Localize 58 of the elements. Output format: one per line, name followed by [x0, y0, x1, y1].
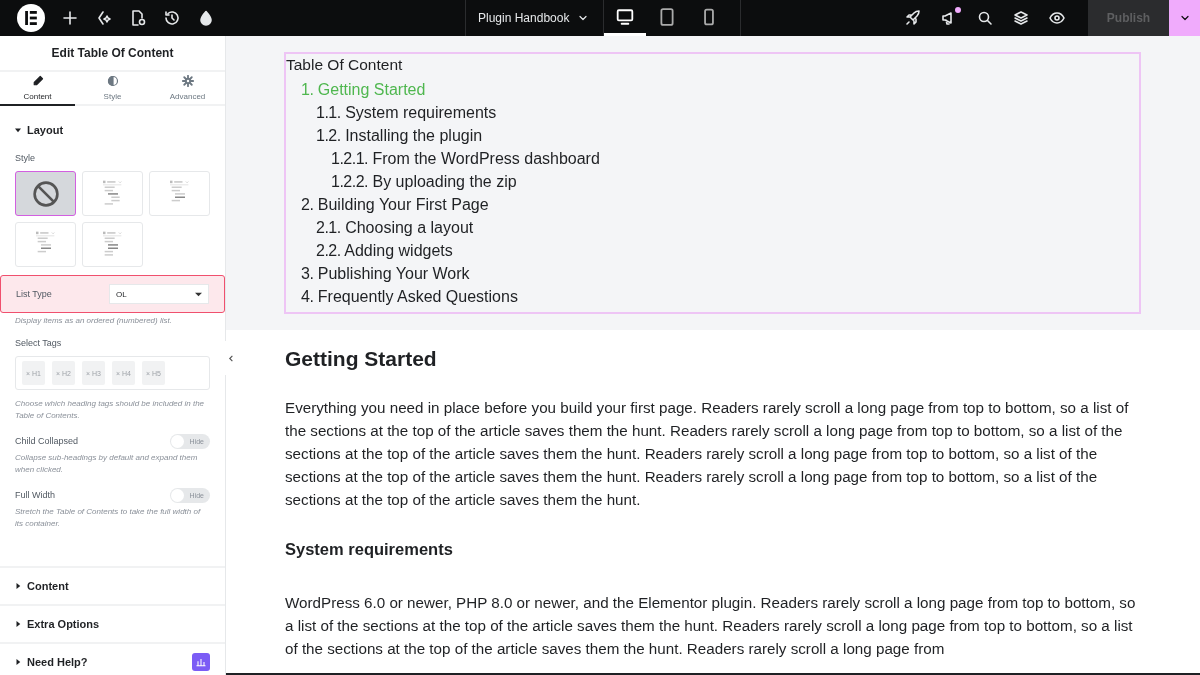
list-layout-icon	[102, 179, 123, 208]
toc-link[interactable]: 4. Frequently Asked Questions	[286, 285, 518, 308]
elementor-logo-icon[interactable]	[17, 4, 45, 32]
rocket-icon[interactable]	[905, 10, 921, 26]
list-type-label: List Type	[16, 289, 52, 299]
style-option[interactable]	[15, 171, 76, 216]
chevron-icon	[227, 354, 235, 362]
toc-link[interactable]: 2. Building Your First Page	[286, 193, 489, 216]
panel-tab[interactable]: Style	[75, 72, 150, 106]
page-gear-icon[interactable]	[130, 10, 146, 26]
subsection-heading: System requirements	[285, 540, 454, 559]
switch-label: Full Width	[15, 490, 55, 500]
caret-icon	[15, 127, 21, 133]
toc-link[interactable]: 2.2. Adding widgets	[286, 239, 453, 262]
monitor-icon	[616, 7, 635, 26]
history-icon[interactable]	[164, 10, 180, 26]
settings-icon	[181, 75, 194, 87]
toc-title: Table Of Content	[286, 56, 404, 75]
section-toggle[interactable]: Content	[15, 568, 69, 604]
tablet-icon	[658, 7, 677, 26]
search-icon[interactable]	[977, 10, 993, 26]
panel-tab[interactable]: Advanced	[150, 72, 225, 106]
help-text: Stretch the Table of Contents to take the full width of its container.	[15, 506, 202, 530]
section-heading: Getting Started	[285, 347, 438, 371]
sparkle-icon[interactable]	[96, 10, 112, 26]
help-badge-icon[interactable]	[192, 653, 210, 671]
section-toggle[interactable]: Need Help?	[15, 644, 88, 675]
eye-icon[interactable]	[1049, 10, 1065, 26]
plus-icon[interactable]	[62, 10, 78, 26]
pencil-icon	[31, 75, 44, 87]
drop-icon[interactable]	[198, 10, 214, 26]
section-toggle[interactable]: Layout	[15, 118, 64, 142]
body-paragraph: Everything you need in place before you build your first page. Readers rarely scroll a long page from top to bottom, so a list of the sections at the top of the article saves them the hunt. Readers rarely scroll a long page from top to bottom, so a list of the sections at the top of the article saves them the hunt. Readers rarely scroll a long page from top to bottom, so a list of the sections at the top of the article saves them the hunt. Readers rarely scroll a long page from top to bottom, so a list of the sections at the top of the article saves them the hunt.	[285, 398, 1130, 510]
caret-icon	[15, 659, 21, 665]
help-text: Collapse sub-headings by default and expand them when clicked.	[15, 452, 199, 476]
switch-label: Child Collapsed	[15, 436, 79, 446]
caret-icon	[15, 621, 21, 627]
select-tags-label: Select Tags	[15, 338, 63, 348]
toc-link[interactable]: 1.2. Installing the plugin	[286, 124, 483, 147]
list-type-select[interactable]: OL	[109, 284, 209, 304]
layers-icon[interactable]	[1013, 10, 1029, 26]
toc-link[interactable]: 3. Publishing Your Work	[286, 262, 470, 285]
help-text: Display items as an ordered (numbered) list.	[15, 315, 173, 327]
toc-link[interactable]: 1.2.1. From the WordPress dashboard	[286, 147, 600, 170]
caret-icon	[195, 290, 202, 298]
toc-link[interactable]: 2.1. Choosing a layout	[286, 216, 474, 239]
style-label: Style	[15, 153, 36, 163]
contrast-icon	[106, 75, 119, 87]
toc-link[interactable]: 1.1. System requirements	[286, 101, 497, 124]
none-icon	[31, 179, 60, 208]
section-toggle[interactable]: Extra Options	[15, 606, 100, 642]
list-layout-icon	[102, 230, 123, 259]
toc-link[interactable]: 1.2.2. By uploading the zip	[286, 170, 517, 193]
caret-icon	[15, 583, 21, 589]
panel-tab[interactable]: Content	[0, 72, 75, 106]
help-text: Choose which heading tags should be included in the Table of Contents.	[15, 398, 206, 422]
body-paragraph: WordPress 6.0 or newer, PHP 8.0 or newer, and the Elementor plugin. Readers rarely scroll a long page from top to bottom, so a list of the sections at the top of the article saves them the hunt. Readers rarely scroll a long page from top to bottom, so a list of the sections at the top of the article saves them the hunt. Readers rarely scroll a long page from	[285, 593, 1137, 659]
panel-title: Edit Table Of Content	[0, 36, 225, 72]
